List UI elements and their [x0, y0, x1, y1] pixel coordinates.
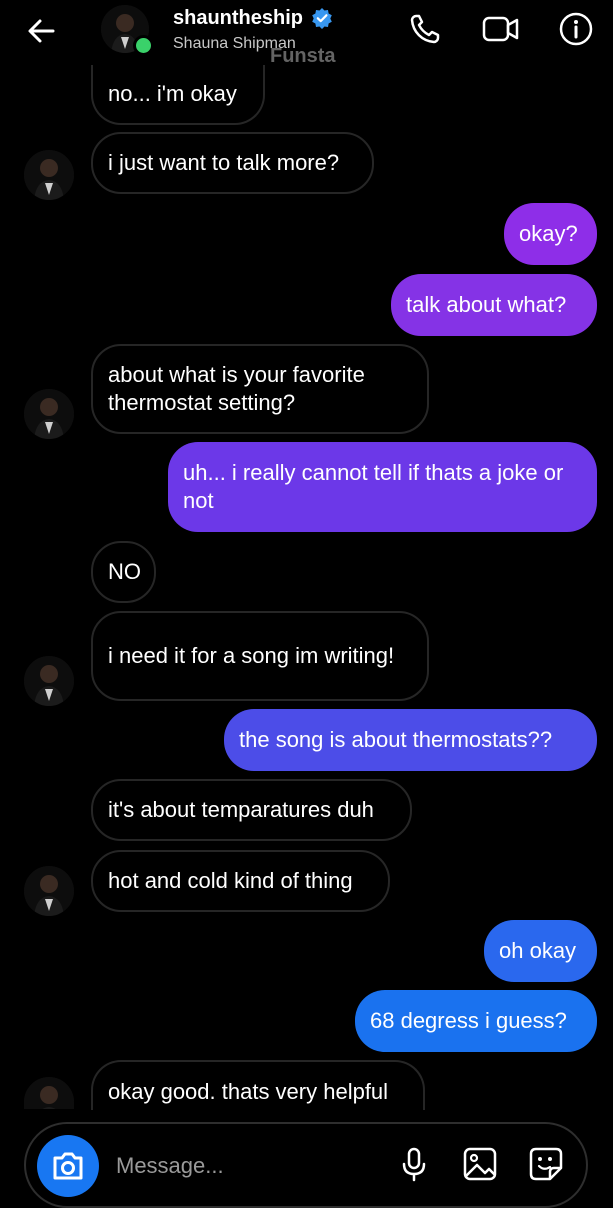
message-sent[interactable]: the song is about thermostats??	[224, 709, 597, 771]
avatar[interactable]	[24, 1077, 74, 1109]
avatar[interactable]	[24, 866, 74, 916]
watermark-text: Funsta	[270, 45, 336, 67]
message-received[interactable]: i just want to talk more?	[91, 132, 374, 194]
gallery-icon[interactable]	[460, 1144, 500, 1184]
info-icon[interactable]	[557, 10, 595, 48]
back-arrow-icon[interactable]	[22, 12, 60, 50]
phone-icon[interactable]	[406, 10, 444, 48]
message-received[interactable]: about what is your favorite thermostat s…	[91, 344, 429, 434]
avatar[interactable]	[24, 656, 74, 706]
message-sent[interactable]: okay?	[504, 203, 597, 265]
online-status-dot	[133, 35, 154, 56]
avatar[interactable]	[24, 150, 74, 200]
microphone-icon[interactable]	[394, 1144, 434, 1184]
message-received[interactable]: NO	[91, 541, 156, 603]
avatar[interactable]	[24, 389, 74, 439]
message-input[interactable]: Message...	[116, 1152, 224, 1180]
message-sent[interactable]: talk about what?	[391, 274, 597, 336]
username[interactable]: shauntheship	[173, 7, 303, 29]
verified-badge-icon	[311, 7, 333, 29]
message-received[interactable]: no... i'm okay	[91, 65, 265, 125]
message-received[interactable]: hot and cold kind of thing	[91, 850, 390, 912]
message-sent[interactable]: uh... i really cannot tell if thats a jo…	[168, 442, 597, 532]
camera-icon[interactable]	[37, 1135, 99, 1197]
message-composer: Message...	[24, 1122, 588, 1208]
chat-header: shauntheship Shauna Shipman Funsta	[0, 0, 613, 67]
sticker-icon[interactable]	[526, 1144, 566, 1184]
video-camera-icon[interactable]	[481, 10, 519, 48]
message-sent[interactable]: 68 degress i guess?	[355, 990, 597, 1052]
message-sent[interactable]: oh okay	[484, 920, 597, 982]
message-received[interactable]: okay good. thats very helpful	[91, 1060, 425, 1110]
message-received[interactable]: i need it for a song im writing!	[91, 611, 429, 701]
message-received[interactable]: it's about temparatures duh	[91, 779, 412, 841]
